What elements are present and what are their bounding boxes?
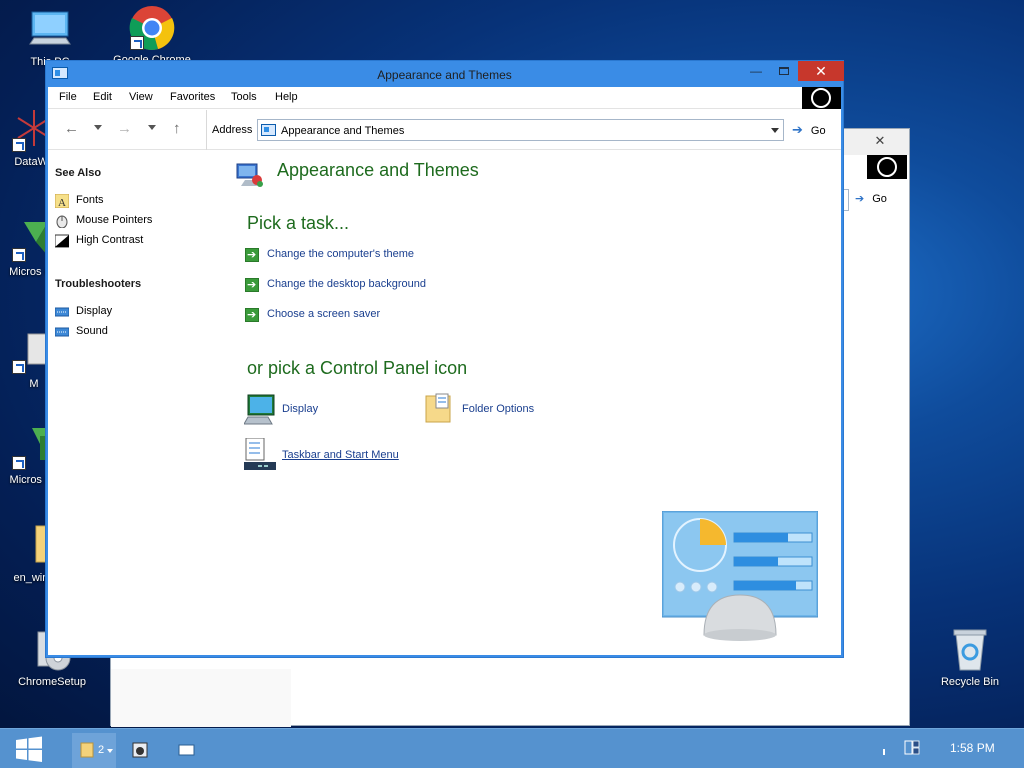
control-panel-icon <box>261 124 276 136</box>
go-button[interactable]: ➔ Go <box>792 122 826 138</box>
shortcut-arrow-icon <box>130 36 144 50</box>
close-button[interactable]: ✕ <box>798 61 844 81</box>
circle-icon <box>877 157 897 177</box>
background-close-button[interactable]: ✕ <box>865 133 895 151</box>
window-icon <box>178 744 195 756</box>
address-value: Appearance and Themes <box>281 125 405 137</box>
computer-icon <box>26 6 74 54</box>
see-also-heading: See Also <box>55 167 102 179</box>
forward-button[interactable]: → <box>117 121 132 137</box>
recycle-bin-icon <box>946 626 994 674</box>
background-go-button[interactable]: ➔ Go <box>855 192 887 205</box>
fonts-icon: A <box>54 193 70 209</box>
windows-logo-icon <box>16 736 42 762</box>
window-client: File Edit View Favorites Tools Help ← → … <box>48 87 841 655</box>
display-troubleshooter-icon <box>54 305 70 319</box>
usb-icon <box>904 740 913 755</box>
taskbar-start-menu-icon <box>244 437 276 472</box>
minimize-button[interactable]: — <box>742 61 770 81</box>
task-arrow-icon <box>245 248 259 262</box>
taskbar-app-window[interactable] <box>164 733 208 768</box>
menu-view[interactable]: View <box>129 91 153 103</box>
up-button[interactable]: ↑ <box>173 121 181 137</box>
clock[interactable]: 1:58 PM <box>950 741 995 755</box>
contrast-icon <box>54 234 70 248</box>
appearance-themes-window[interactable]: Appearance and Themes — ✕ File Edit View… <box>45 60 844 658</box>
forward-history-dropdown[interactable] <box>148 125 156 130</box>
pick-icon-heading: or pick a Control Panel icon <box>247 358 468 378</box>
pick-task-heading: Pick a task... <box>247 213 350 233</box>
tray-indicator-icon <box>883 749 885 755</box>
shortcut-arrow-icon <box>12 248 26 262</box>
tray-icons[interactable] <box>880 739 920 759</box>
task-arrow-icon <box>245 308 259 322</box>
navigation-bar: ← → ↑ Address Appearance and Themes ➔ Go <box>48 110 841 150</box>
page-title: Appearance and Themes <box>277 160 479 180</box>
address-label: Address <box>212 124 253 136</box>
appearance-themes-icon <box>235 160 265 190</box>
task-arrow-icon <box>245 278 259 292</box>
start-button[interactable] <box>0 729 58 768</box>
menu-edit[interactable]: Edit <box>93 91 112 103</box>
shortcut-arrow-icon <box>12 138 26 152</box>
taskbar-explorer-group[interactable]: 2 <box>72 733 116 768</box>
circle-icon <box>811 88 831 108</box>
chevron-down-icon <box>107 749 113 753</box>
shortcut-arrow-icon <box>12 360 26 374</box>
background-black-box <box>867 155 907 179</box>
menu-tools[interactable]: Tools <box>231 91 257 103</box>
window-titlebar[interactable]: Appearance and Themes — ✕ <box>46 61 844 87</box>
maximize-button[interactable] <box>770 61 798 81</box>
background-window-strip <box>111 669 291 727</box>
screenshot-app-icon <box>132 742 148 758</box>
taskbar-app-camera[interactable] <box>118 733 162 768</box>
menu-favorites[interactable]: Favorites <box>170 91 215 103</box>
display-icon <box>243 392 276 426</box>
folder-options-icon <box>424 392 456 426</box>
menu-file[interactable]: File <box>59 91 77 103</box>
taskbar: 2 1:58 PM <box>0 728 1024 768</box>
back-history-dropdown[interactable] <box>94 125 102 130</box>
chrome-icon <box>128 4 176 52</box>
svg-text:A: A <box>58 197 66 208</box>
desktop-icon-label: ChromeSetup <box>18 676 86 688</box>
desktop-icon-label: Recycle Bin <box>940 676 1000 688</box>
nav-separator <box>206 110 207 150</box>
desktop-icon-this-pc[interactable]: This PC <box>4 6 96 68</box>
explorer-window-count: 2 <box>98 744 105 756</box>
address-input[interactable]: Appearance and Themes <box>257 119 784 141</box>
mouse-icon <box>55 214 69 229</box>
menu-bar: File Edit View Favorites Tools Help <box>48 87 841 109</box>
shortcut-arrow-icon <box>12 456 26 470</box>
window-title: Appearance and Themes <box>377 68 512 82</box>
windows-flag-box <box>802 87 841 109</box>
desktop-icon-google-chrome[interactable]: Google Chrome <box>106 4 198 66</box>
network-icon <box>912 740 920 755</box>
address-dropdown-button[interactable] <box>771 128 779 133</box>
sound-troubleshooter-icon <box>54 325 70 339</box>
go-arrow-icon: ➔ <box>855 193 865 205</box>
menu-help[interactable]: Help <box>275 91 298 103</box>
troubleshooters-heading: Troubleshooters <box>55 278 142 290</box>
go-arrow-icon: ➔ <box>792 122 803 137</box>
back-button[interactable]: ← <box>64 121 79 137</box>
control-panel-watermark-graphic <box>661 510 819 663</box>
maximize-icon <box>779 67 789 75</box>
desktop-icon-recycle-bin[interactable]: Recycle Bin <box>924 626 1016 688</box>
